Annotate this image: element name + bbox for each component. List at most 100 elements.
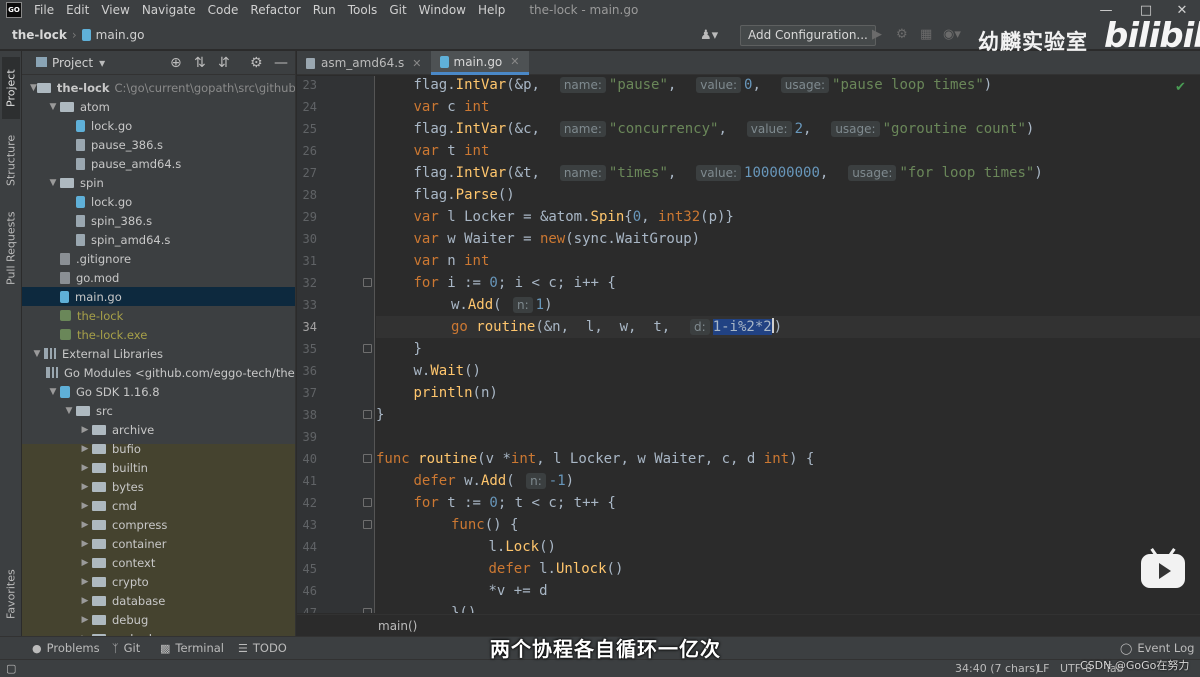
git-button[interactable]: ᛉ Git [112, 641, 140, 655]
gutter-line[interactable]: 31 [297, 250, 374, 272]
gutter-line[interactable]: 30 [297, 228, 374, 250]
gutter-line[interactable]: 26 [297, 140, 374, 162]
tree-item[interactable]: .gitignore [22, 249, 295, 268]
menu-help[interactable]: Help [472, 0, 511, 20]
collapsed-arrow-icon[interactable]: ▶ [78, 558, 92, 568]
locate-file-icon[interactable]: ⊕ [170, 55, 182, 71]
tree-item[interactable]: ▼ the-lock C:\go\current\gopath\src\github… [22, 78, 295, 97]
expanded-arrow-icon[interactable]: ▼ [30, 83, 37, 93]
gutter-line[interactable]: 29 [297, 206, 374, 228]
collapsed-arrow-icon[interactable]: ▶ [78, 520, 92, 530]
code-line[interactable]: } [376, 338, 422, 360]
gutter-line[interactable]: 45 [297, 558, 374, 580]
code-line[interactable]: defer l.Unlock() [376, 558, 624, 580]
code-editor[interactable]: flag.IntVar(&p, name: "pause", value: 0, u… [376, 76, 1200, 613]
code-line[interactable]: var w Waiter = new(sync.WaitGroup) [376, 228, 701, 250]
code-line[interactable]: println(n) [376, 382, 498, 404]
collapsed-arrow-icon[interactable]: ▶ [78, 539, 92, 549]
code-line[interactable]: l.Lock() [376, 536, 556, 558]
expand-all-icon[interactable]: ⇅ [194, 55, 206, 71]
code-line[interactable]: var n int [376, 250, 490, 272]
tree-item[interactable]: ▶ archive [22, 420, 295, 439]
tree-item[interactable]: ▶ database [22, 591, 295, 610]
tree-item[interactable]: pause_amd64.s [22, 154, 295, 173]
expanded-arrow-icon[interactable]: ▼ [62, 406, 76, 416]
menu-window[interactable]: Window [413, 0, 472, 20]
code-line[interactable]: flag.IntVar(&c, name: "concurrency", valu… [376, 118, 1034, 140]
code-line[interactable]: func() { [376, 514, 518, 536]
gutter-line[interactable]: 40 [297, 448, 374, 470]
tool-window-structure[interactable]: Structure [2, 127, 20, 193]
tab-main-go[interactable]: main.go ✕ [430, 51, 529, 75]
collapsed-arrow-icon[interactable]: ▶ [78, 425, 92, 435]
tree-item[interactable]: ▶ crypto [22, 572, 295, 591]
gutter-line[interactable]: 34 [297, 316, 374, 338]
fold-marker-icon[interactable] [363, 278, 372, 287]
fold-marker-icon[interactable] [363, 608, 372, 613]
project-panel-title[interactable]: Project [52, 56, 93, 70]
tree-item[interactable]: main.go [22, 287, 295, 306]
tree-item[interactable]: pause_386.s [22, 135, 295, 154]
gutter-line[interactable]: 41 [297, 470, 374, 492]
code-line[interactable]: flag.IntVar(&t, name: "times", value: 1000… [376, 162, 1043, 184]
breadcrumb-file[interactable]: main.go [81, 28, 144, 42]
add-configuration-button[interactable]: Add Configuration... [740, 25, 876, 46]
hide-panel-icon[interactable]: — [274, 55, 288, 71]
tree-item[interactable]: ▶embed [22, 629, 295, 636]
gutter-line[interactable]: 39 [297, 426, 374, 448]
fold-marker-icon[interactable] [363, 520, 372, 529]
gutter-line[interactable]: 42 [297, 492, 374, 514]
fold-marker-icon[interactable] [363, 344, 372, 353]
code-line[interactable]: for t := 0; t < c; t++ { [376, 492, 616, 514]
dropdown-chevron-icon[interactable]: ▾ [99, 56, 105, 70]
code-line[interactable]: var c int [376, 96, 490, 118]
tree-item[interactable]: lock.go [22, 116, 295, 135]
tree-item[interactable]: ▶ bufio [22, 439, 295, 458]
code-line[interactable]: } [376, 404, 384, 426]
tree-item[interactable]: ▶ container [22, 534, 295, 553]
collapsed-arrow-icon[interactable]: ▶ [78, 596, 92, 606]
collapsed-arrow-icon[interactable]: ▶ [78, 463, 92, 473]
coverage-icon[interactable]: ▦ [920, 27, 932, 42]
tree-item[interactable]: ▼ Go SDK 1.16.8 [22, 382, 295, 401]
gutter-line[interactable]: 32 [297, 272, 374, 294]
editor-gutter[interactable]: 23 24 25 26 27 28 29 30 31 32 33 34 35 36 37 38 39 40 41 42… [297, 76, 375, 613]
gutter-line[interactable]: 28 [297, 184, 374, 206]
gutter-line[interactable]: 44 [297, 536, 374, 558]
menu-code[interactable]: Code [202, 0, 245, 20]
tree-item[interactable]: ▼ src [22, 401, 295, 420]
inspection-ok-icon[interactable]: ✔ [1175, 80, 1186, 95]
gutter-line[interactable]: 23 [297, 76, 374, 96]
tree-item[interactable]: Go Modules <github.com/eggo-tech/the-l [22, 363, 295, 382]
event-log-button[interactable]: ◯ Event Log [1120, 641, 1194, 655]
menu-refactor[interactable]: Refactor [244, 0, 306, 20]
code-line[interactable]: flag.Parse() [376, 184, 515, 206]
breadcrumb-project[interactable]: the-lock [12, 28, 67, 42]
gutter-line[interactable]: 35 [297, 338, 374, 360]
gutter-line[interactable]: 37 [297, 382, 374, 404]
gutter-line[interactable]: 27 [297, 162, 374, 184]
menu-run[interactable]: Run [307, 0, 342, 20]
tree-item[interactable]: ▶ debug [22, 610, 295, 629]
code-line[interactable]: func routine(v *int, l Locker, w Waiter,… [376, 448, 814, 470]
code-line[interactable]: defer w.Add( n: -1) [376, 470, 574, 492]
user-icon[interactable]: ♟▾ [700, 28, 718, 43]
breadcrumb-function[interactable]: main() [378, 619, 417, 633]
fold-marker-icon[interactable] [363, 454, 372, 463]
tree-item[interactable]: the-lock [22, 306, 295, 325]
code-line[interactable]: go routine(&n, l, w, t, d: 1-i%2*2) [376, 316, 1200, 338]
collapsed-arrow-icon[interactable]: ▶ [78, 482, 92, 492]
collapsed-arrow-icon[interactable]: ▶ [78, 577, 92, 587]
menu-navigate[interactable]: Navigate [136, 0, 202, 20]
code-line[interactable]: var l Locker = &atom.Spin{0, int32(p)} [376, 206, 734, 228]
code-line[interactable]: w.Add( n: 1) [376, 294, 553, 316]
fold-marker-icon[interactable] [363, 498, 372, 507]
tree-item[interactable]: ▼ External Libraries [22, 344, 295, 363]
tree-item[interactable]: ▶ compress [22, 515, 295, 534]
line-ending[interactable]: LF [1037, 662, 1049, 675]
collapsed-arrow-icon[interactable]: ▶ [78, 615, 92, 625]
menu-view[interactable]: View [95, 0, 135, 20]
gutter-line[interactable]: 43 [297, 514, 374, 536]
gutter-line[interactable]: 38 [297, 404, 374, 426]
tree-item[interactable]: ▶ bytes [22, 477, 295, 496]
